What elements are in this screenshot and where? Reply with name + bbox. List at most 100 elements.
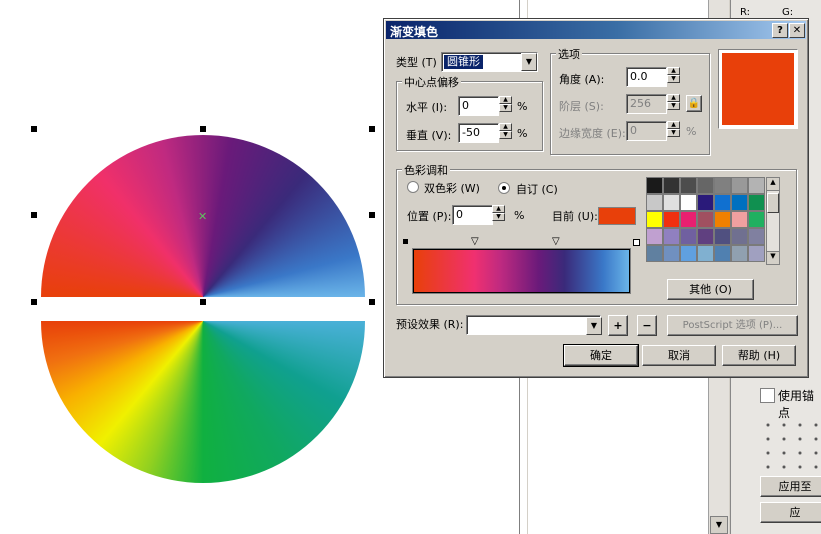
vertical-label: 垂直 [406,129,428,142]
selection-handle[interactable] [200,299,206,305]
scroll-up-arrow-icon[interactable]: ▲ [767,178,779,191]
remove-preset-button[interactable]: − [637,315,657,336]
color-swatch[interactable] [714,177,731,194]
preset-select[interactable] [466,315,601,335]
center-marker-icon[interactable]: ✕ [198,210,207,223]
color-swatch[interactable] [646,194,663,211]
anchor-checkbox[interactable] [760,388,775,403]
help-button[interactable]: 帮助 (H) [722,345,796,366]
color-palette[interactable] [646,177,766,267]
gradient-start-node[interactable] [403,239,408,244]
scroll-down-arrow-icon[interactable]: ▼ [710,516,728,534]
steps-label-group: 阶层 (S): [559,98,604,114]
color-swatch[interactable] [714,245,731,262]
color-swatch[interactable] [714,211,731,228]
color-swatch[interactable] [731,194,748,211]
color-swatch[interactable] [697,245,714,262]
current-color-swatch[interactable] [598,207,636,225]
add-preset-button[interactable]: + [608,315,628,336]
color-swatch[interactable] [748,177,765,194]
color-swatch[interactable] [663,194,680,211]
title-bar[interactable]: 渐变填色 ? ✕ [386,21,806,39]
chevron-down-icon[interactable]: ▼ [521,53,537,71]
color-swatch[interactable] [731,177,748,194]
color-swatch[interactable] [748,211,765,228]
steps-spinner: ▲ ▼ [667,94,680,112]
color-swatch[interactable] [680,228,697,245]
position-percent: % [514,209,525,222]
type-select-value: 圆锥形 [444,55,483,69]
angle-spinner[interactable]: ▲ ▼ [667,67,680,85]
selection-handle[interactable] [31,299,37,305]
selection-handle[interactable] [369,126,375,132]
vertical-input[interactable]: -50 [458,123,499,143]
vertical-label-group: 垂直 (V): [406,127,451,143]
apply-button[interactable]: 应用至 [760,476,821,497]
color-swatch[interactable] [697,228,714,245]
palette-scrollbar[interactable]: ▲ ▼ [766,177,780,265]
horizontal-spinner[interactable]: ▲ ▼ [499,96,512,114]
color-swatch[interactable] [748,194,765,211]
color-swatch[interactable] [646,211,663,228]
selection-handle[interactable] [369,212,375,218]
color-swatch[interactable] [663,211,680,228]
color-swatch[interactable] [731,211,748,228]
help-title-button[interactable]: ? [772,23,788,38]
selection-handle[interactable] [31,126,37,132]
selection-handle[interactable] [369,299,375,305]
position-label: 位置 [407,210,429,223]
custom-radio[interactable] [498,182,510,194]
gradient-bar[interactable] [412,248,631,294]
color-swatch[interactable] [731,228,748,245]
type-label-group: 类型 (T) [396,54,437,70]
scroll-down-arrow-icon[interactable]: ▼ [767,251,779,264]
angle-label: 角度 [559,73,581,86]
color-swatch[interactable] [646,177,663,194]
color-swatch[interactable] [697,211,714,228]
two-color-radio[interactable] [407,181,419,193]
color-swatch[interactable] [663,177,680,194]
selection-handle[interactable] [31,212,37,218]
close-button[interactable]: ✕ [789,23,805,38]
apply-button-2[interactable]: 应 [760,502,821,523]
scroll-thumb[interactable] [767,193,779,213]
color-swatch[interactable] [714,228,731,245]
color-swatch[interactable] [748,245,765,262]
angle-input[interactable]: 0.0 [626,67,667,87]
color-swatch[interactable] [714,194,731,211]
cancel-button[interactable]: 取消 [642,345,716,366]
horizontal-key: (I): [431,101,448,114]
others-button[interactable]: 其他 (O) [667,279,754,300]
options-label: 选项 [556,46,582,62]
position-input[interactable]: 0 [452,205,493,225]
horizontal-input[interactable]: 0 [458,96,499,116]
type-select[interactable]: 圆锥形 ▼ [441,52,538,72]
gradient-end-node[interactable] [633,239,640,246]
color-swatch[interactable] [646,228,663,245]
ok-button[interactable]: 确定 [563,344,639,367]
color-swatch[interactable] [731,245,748,262]
color-swatch[interactable] [748,228,765,245]
color-swatch[interactable] [663,245,680,262]
type-label: 类型 [396,56,418,69]
fountain-fill-dialog: 渐变填色 ? ✕ 类型 (T) 圆锥形 ▼ 中心点偏移 水平 (I): 0 ▲ ▼… [383,18,809,378]
vertical-spinner[interactable]: ▲ ▼ [499,123,512,141]
color-stop-marker-icon[interactable]: ▽ [552,236,560,247]
color-stop-marker-icon[interactable]: ▽ [471,236,479,247]
bottom-semicircle-object[interactable] [41,321,365,483]
color-swatch[interactable] [680,245,697,262]
r-label: R: [740,7,751,18]
position-spinner[interactable]: ▲ ▼ [492,205,505,223]
color-swatch[interactable] [697,177,714,194]
color-swatch[interactable] [680,194,697,211]
color-swatch[interactable] [663,228,680,245]
anchor-grid[interactable] [760,418,821,470]
color-swatch[interactable] [680,177,697,194]
lock-icon[interactable]: 🔒 [686,95,702,112]
color-swatch[interactable] [697,194,714,211]
color-swatch[interactable] [646,245,663,262]
color-swatch[interactable] [680,211,697,228]
selection-handle[interactable] [200,126,206,132]
steps-label: 阶层 [559,100,581,113]
chevron-down-icon[interactable]: ▼ [586,317,602,335]
